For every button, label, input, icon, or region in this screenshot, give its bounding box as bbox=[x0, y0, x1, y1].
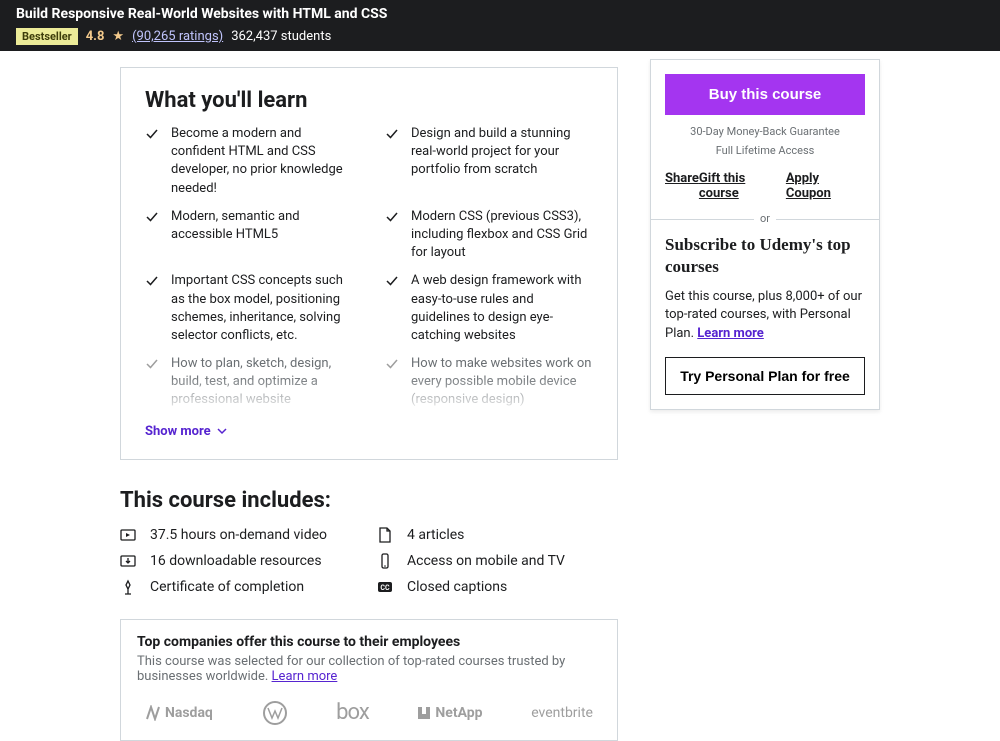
includes-item-text: 37.5 hours on-demand video bbox=[150, 527, 327, 543]
wyl-item: Important CSS concepts such as the box m… bbox=[145, 272, 353, 345]
check-icon bbox=[385, 274, 399, 288]
sidebar-divider: or bbox=[651, 219, 879, 220]
company-logos-row: Nasdaq box NetApp eventbrite bbox=[137, 700, 601, 726]
check-icon bbox=[385, 210, 399, 224]
trophy-icon bbox=[120, 579, 136, 595]
video-icon bbox=[120, 527, 136, 543]
check-icon bbox=[145, 274, 159, 288]
wyl-item-text: Important CSS concepts such as the box m… bbox=[171, 272, 353, 345]
includes-item: 16 downloadable resources bbox=[120, 553, 361, 569]
wyl-item-text: How to plan, sketch, design, build, test… bbox=[171, 355, 353, 410]
box-logo: box bbox=[336, 700, 369, 725]
includes-item-text: Certificate of completion bbox=[150, 579, 304, 595]
check-icon bbox=[145, 127, 159, 141]
includes-item: Certificate of completion bbox=[120, 579, 361, 595]
wyl-item: Design and build a stunning real-world p… bbox=[385, 125, 593, 198]
includes-item-text: Closed captions bbox=[407, 579, 507, 595]
show-more-button[interactable]: Show more bbox=[145, 424, 593, 439]
includes-item-text: 16 downloadable resources bbox=[150, 553, 322, 569]
or-label: or bbox=[754, 212, 776, 225]
students-count: 362,437 students bbox=[231, 29, 331, 44]
course-header: Build Responsive Real-World Websites wit… bbox=[0, 0, 1000, 51]
ratings-count-link[interactable]: (90,265 ratings) bbox=[132, 29, 223, 44]
sidebar-learn-more-link[interactable]: Learn more bbox=[697, 326, 764, 341]
nasdaq-logo: Nasdaq bbox=[145, 705, 213, 721]
show-more-label: Show more bbox=[145, 424, 211, 439]
companies-subtitle: This course was selected for our collect… bbox=[137, 654, 601, 684]
rating-value: 4.8 bbox=[86, 29, 105, 44]
includes-item: 37.5 hours on-demand video bbox=[120, 527, 361, 543]
wyl-item-text: Design and build a stunning real-world p… bbox=[411, 125, 593, 198]
buy-course-button[interactable]: Buy this course bbox=[665, 74, 865, 115]
check-icon bbox=[385, 357, 399, 371]
subscribe-title: Subscribe to Udemy's top courses bbox=[665, 234, 865, 278]
lifetime-access: Full Lifetime Access bbox=[665, 144, 865, 157]
includes-item: 4 articles bbox=[377, 527, 618, 543]
subscribe-text: Get this course, plus 8,000+ of our top-… bbox=[665, 288, 865, 343]
check-icon bbox=[145, 357, 159, 371]
share-link[interactable]: Share bbox=[665, 171, 699, 201]
cc-icon: CC bbox=[377, 579, 393, 595]
includes-item: Access on mobile and TV bbox=[377, 553, 618, 569]
sidebar-action-links: Share Gift this course Apply Coupon bbox=[665, 171, 865, 201]
check-icon bbox=[385, 127, 399, 141]
bestseller-badge: Bestseller bbox=[16, 28, 78, 45]
eventbrite-logo: eventbrite bbox=[531, 705, 593, 721]
top-companies-box: Top companies offer this course to their… bbox=[120, 619, 618, 741]
check-icon bbox=[145, 210, 159, 224]
wyl-item-text: Modern, semantic and accessible HTML5 bbox=[171, 208, 353, 263]
companies-learn-more-link[interactable]: Learn more bbox=[272, 669, 338, 684]
money-back-guarantee: 30-Day Money-Back Guarantee bbox=[665, 125, 865, 138]
wyl-item-text: Modern CSS (previous CSS3), including fl… bbox=[411, 208, 593, 263]
article-icon bbox=[377, 527, 393, 543]
wyl-item: Modern CSS (previous CSS3), including fl… bbox=[385, 208, 593, 263]
try-personal-plan-button[interactable]: Try Personal Plan for free bbox=[665, 357, 865, 395]
wyl-item: How to make websites work on every possi… bbox=[385, 355, 593, 410]
svg-text:CC: CC bbox=[380, 584, 390, 592]
apply-coupon-link[interactable]: Apply Coupon bbox=[786, 171, 865, 201]
what-youll-learn-box: What you'll learn Become a modern and co… bbox=[120, 67, 618, 460]
wyl-item-text: How to make websites work on every possi… bbox=[411, 355, 593, 410]
wyl-item: Modern, semantic and accessible HTML5 bbox=[145, 208, 353, 263]
includes-item-text: Access on mobile and TV bbox=[407, 553, 565, 569]
purchase-sidebar: Buy this course 30-Day Money-Back Guaran… bbox=[650, 59, 880, 410]
netapp-logo: NetApp bbox=[417, 705, 482, 721]
course-title: Build Responsive Real-World Websites wit… bbox=[16, 6, 984, 22]
course-includes: This course includes: 37.5 hours on-dema… bbox=[120, 488, 618, 595]
download-icon bbox=[120, 553, 136, 569]
gift-course-link[interactable]: Gift this course bbox=[699, 171, 786, 201]
wyl-item-text: A web design framework with easy-to-use … bbox=[411, 272, 593, 345]
companies-title: Top companies offer this course to their… bbox=[137, 634, 601, 650]
includes-title: This course includes: bbox=[120, 488, 618, 513]
course-meta-row: Bestseller 4.8 ★ (90,265 ratings) 362,43… bbox=[16, 28, 984, 45]
includes-item-text: 4 articles bbox=[407, 527, 464, 543]
vw-logo bbox=[262, 700, 288, 726]
wyl-item: Become a modern and confident HTML and C… bbox=[145, 125, 353, 198]
star-icon: ★ bbox=[112, 29, 124, 44]
mobile-icon bbox=[377, 553, 393, 569]
wyl-item: A web design framework with easy-to-use … bbox=[385, 272, 593, 345]
wyl-item-text: Become a modern and confident HTML and C… bbox=[171, 125, 353, 198]
chevron-down-icon bbox=[217, 426, 227, 436]
includes-item: CC Closed captions bbox=[377, 579, 618, 595]
wyl-item: How to plan, sketch, design, build, test… bbox=[145, 355, 353, 410]
wyl-title: What you'll learn bbox=[145, 88, 593, 113]
